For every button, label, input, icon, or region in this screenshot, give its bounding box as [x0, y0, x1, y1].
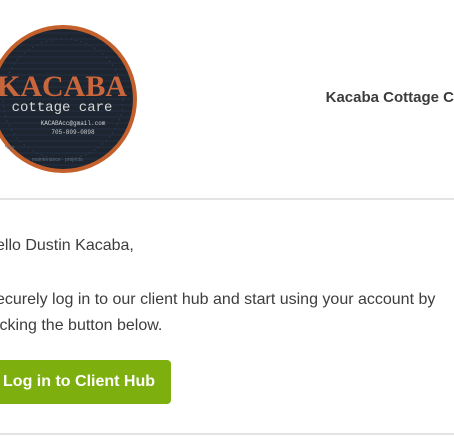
email-header: KACABA cottage care KACABAcc@gmail.com 7… — [0, 0, 454, 198]
company-name: Kacaba Cottage C — [325, 89, 454, 106]
logo-brand-text: KACABA — [0, 70, 127, 103]
greeting-text: ello Dustin Kacaba, — [0, 237, 134, 254]
body-paragraph: ecurely log in to our client hub and sta… — [0, 287, 454, 339]
body-line-1: ecurely log in to our client hub and sta… — [0, 291, 436, 308]
login-client-hub-button[interactable]: Log in to Client Hub — [0, 360, 171, 404]
email-page: KACABA cottage care KACABAcc@gmail.com 7… — [0, 0, 454, 436]
logo-phone-text: 705-809-0898 — [51, 129, 95, 136]
body-line-2: icking the button below. — [0, 317, 163, 334]
logo-ring-right-text: maintenance · projects — [32, 157, 83, 163]
header-divider — [0, 198, 454, 200]
logo-ring-left-text: cottage — [0, 145, 15, 151]
logo-sub-text: cottage care — [12, 100, 113, 116]
company-logo: KACABA cottage care KACABAcc@gmail.com 7… — [0, 24, 138, 174]
footer-divider — [0, 433, 454, 435]
logo-email-text: KACABAcc@gmail.com — [41, 120, 106, 127]
